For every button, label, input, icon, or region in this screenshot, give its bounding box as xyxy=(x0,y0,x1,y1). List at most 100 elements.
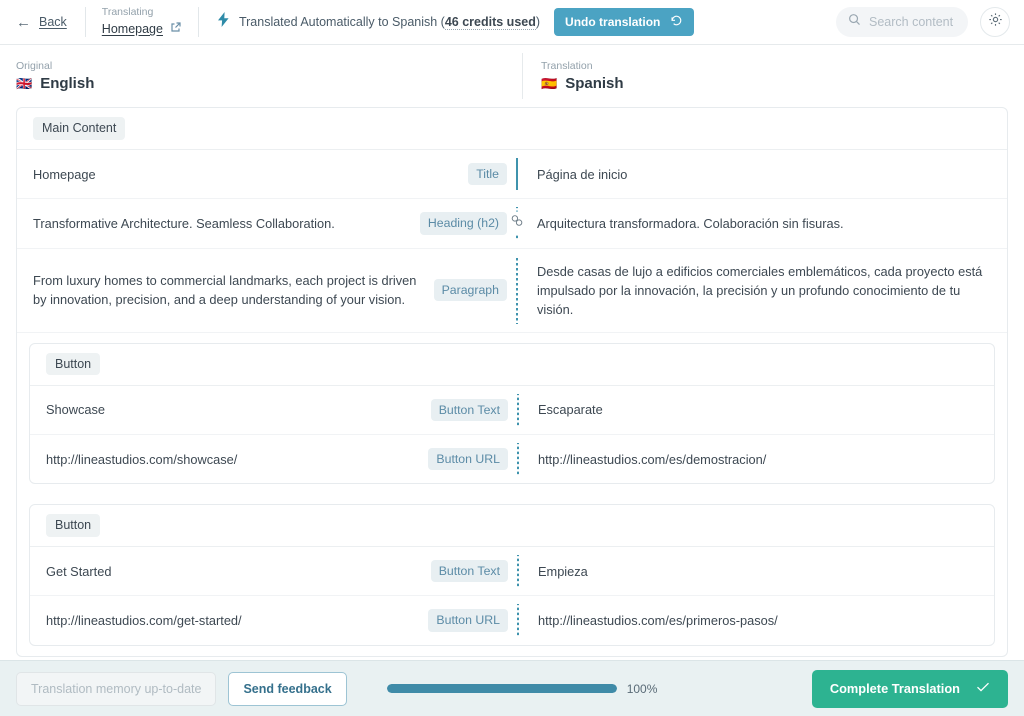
translating-page-group: Translating Homepage xyxy=(86,6,198,38)
language-bar: Original 🇬🇧 English Translation 🇪🇸 Spani… xyxy=(0,45,1024,107)
row-source-cell: http://lineastudios.com/showcase/Button … xyxy=(30,435,508,483)
translation-row[interactable]: Get Started Button Text Empieza xyxy=(30,547,994,597)
translation-row[interactable]: http://lineastudios.com/get-started/Butt… xyxy=(30,596,994,644)
flag-icon-english: 🇬🇧 xyxy=(16,76,33,91)
translation-language-row: 🇪🇸 Spanish xyxy=(541,75,624,92)
back-button[interactable]: ← Back xyxy=(16,15,85,30)
content-scroll-area: Main Content Homepage Title Página de inic… xyxy=(0,107,1024,660)
gear-icon xyxy=(988,12,1003,32)
translating-page-row: Homepage xyxy=(102,20,182,38)
source-text: http://lineastudios.com/showcase/ xyxy=(46,451,238,467)
source-text: Showcase xyxy=(46,402,106,418)
button-group-card: Button Showcase Button Text Escaparate http:… xyxy=(29,342,995,485)
progress-group: 100% xyxy=(359,682,800,696)
row-divider xyxy=(508,596,530,644)
original-language-row: 🇬🇧 English xyxy=(16,75,522,92)
translating-page-link[interactable]: Homepage xyxy=(102,22,163,36)
translation-row[interactable]: Transformative Architecture. Seamless Co… xyxy=(17,199,1007,249)
translating-kicker: Translating xyxy=(101,6,154,18)
content-type-badge: Button URL xyxy=(428,609,508,632)
button-group-card: Button Get Started Button Text Empieza http:… xyxy=(29,504,995,646)
search-content-box[interactable] xyxy=(836,7,968,37)
auto-translation-prefix: Translated Automatically to Spanish ( xyxy=(238,15,445,29)
settings-button[interactable] xyxy=(980,7,1010,37)
source-text: Transformative Architecture. Seamless Co… xyxy=(33,215,335,231)
button-group-header: Button xyxy=(30,505,994,548)
translation-language-column: Translation 🇪🇸 Spanish xyxy=(523,60,624,92)
undo-translation-button[interactable]: Undo translation xyxy=(554,8,695,36)
row-target-cell[interactable]: Página de inicio xyxy=(529,150,1007,198)
sync-icon[interactable] xyxy=(510,211,524,235)
content-type-badge: Paragraph xyxy=(433,278,507,302)
row-target-cell[interactable]: Empieza xyxy=(530,547,994,595)
auto-translation-suffix: ) xyxy=(535,15,541,29)
undo-translation-label: Undo translation xyxy=(565,15,661,29)
source-text: From luxury homes to commercial landmark… xyxy=(33,273,417,308)
main-content-header: Main Content xyxy=(17,108,1007,150)
target-text: Empieza xyxy=(538,563,588,579)
row-source-cell: Transformative Architecture. Seamless Co… xyxy=(17,199,507,247)
translation-memory-button: Translation memory up-to-date xyxy=(16,671,217,706)
external-link-icon[interactable] xyxy=(170,20,182,38)
main-content-card: Main Content Homepage Title Página de inic… xyxy=(16,107,1008,657)
target-text: Página de inicio xyxy=(537,166,628,182)
send-feedback-button[interactable]: Send feedback xyxy=(228,671,347,706)
row-divider-line xyxy=(517,442,519,476)
row-divider xyxy=(508,435,530,483)
button-group-label-badge: Button xyxy=(46,352,101,376)
source-text: http://lineastudios.com/get-started/ xyxy=(46,613,242,629)
target-text: http://lineastudios.com/es/demostracion/ xyxy=(538,451,767,467)
target-text: Arquitectura transformadora. Colaboració… xyxy=(537,215,844,231)
row-divider-line xyxy=(517,604,519,637)
source-text: Homepage xyxy=(33,166,96,182)
search-icon xyxy=(848,13,861,31)
content-type-badge: Button URL xyxy=(428,447,508,471)
content-type-badge: Button Text xyxy=(430,398,508,421)
translation-editor-app: ← Back Translating Homepage Translated A… xyxy=(0,0,1024,716)
complete-translation-label: Complete Translation xyxy=(829,681,960,696)
row-divider-line xyxy=(517,555,519,588)
original-language-name: English xyxy=(40,75,95,92)
top-header-bar: ← Back Translating Homepage Translated A… xyxy=(0,0,1024,45)
row-target-cell[interactable]: Desde casas de lujo a edificios comercia… xyxy=(529,249,1007,332)
row-target-cell[interactable]: Arquitectura transformadora. Colaboració… xyxy=(529,199,1007,247)
target-text: Escaparate xyxy=(538,402,603,418)
row-divider-line xyxy=(517,393,519,426)
row-target-cell[interactable]: Escaparate xyxy=(530,386,994,434)
progress-bar-track xyxy=(386,684,617,693)
row-divider xyxy=(507,150,529,198)
translation-row[interactable]: http://lineastudios.com/showcase/Button … xyxy=(30,435,994,483)
button-group-wrapper: Button Get Started Button Text Empieza http:… xyxy=(17,494,1007,656)
button-group-header: Button xyxy=(30,344,994,386)
button-group-wrapper: Button Showcase Button Text Escaparate http:… xyxy=(17,333,1007,495)
credits-used-label: 46 credits used xyxy=(444,15,536,30)
row-divider xyxy=(507,199,529,247)
row-source-cell: Get Started Button Text xyxy=(30,547,508,595)
row-divider xyxy=(507,249,529,332)
check-icon xyxy=(976,681,990,696)
button-group-label-badge: Button xyxy=(46,514,101,537)
translation-row[interactable]: Showcase Button Text Escaparate xyxy=(30,386,994,435)
content-type-badge: Heading (h2) xyxy=(419,212,507,235)
row-divider-line xyxy=(516,158,518,191)
row-target-cell[interactable]: http://lineastudios.com/es/demostracion/ xyxy=(530,435,994,483)
source-text: Get Started xyxy=(46,563,112,579)
content-rows-host: Homepage Title Página de inicio Transformat… xyxy=(17,150,1007,656)
footer-bar: Translation memory up-to-date Send feedb… xyxy=(0,660,1024,716)
flag-icon-spanish: 🇪🇸 xyxy=(541,76,558,91)
translation-row[interactable]: Homepage Title Página de inicio xyxy=(17,150,1007,200)
original-language-column: Original 🇬🇧 English xyxy=(16,60,522,92)
translation-row[interactable]: From luxury homes to commercial landmark… xyxy=(17,249,1007,333)
auto-translation-status: Translated Automatically to Spanish (46 … xyxy=(199,12,554,32)
progress-bar-fill xyxy=(386,684,617,693)
row-target-cell[interactable]: http://lineastudios.com/es/primeros-paso… xyxy=(530,596,994,644)
progress-percent-label: 100% xyxy=(626,681,658,696)
target-text: http://lineastudios.com/es/primeros-paso… xyxy=(538,613,778,629)
target-text: Desde casas de lujo a edificios comercia… xyxy=(537,263,983,317)
search-input[interactable] xyxy=(869,15,956,29)
undo-arrow-icon xyxy=(670,14,683,30)
row-divider-line xyxy=(516,256,518,324)
content-type-badge: Title xyxy=(468,163,507,186)
row-source-cell: Showcase Button Text xyxy=(30,386,508,434)
complete-translation-button[interactable]: Complete Translation xyxy=(811,669,1008,708)
